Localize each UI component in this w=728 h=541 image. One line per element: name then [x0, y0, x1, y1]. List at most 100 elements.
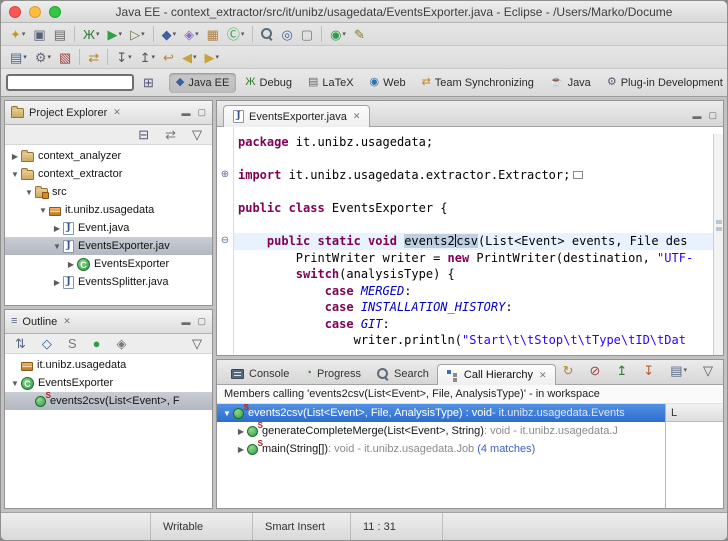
- maximize-panel-icon[interactable]: ▢: [197, 107, 206, 118]
- call-hierarchy-item-events2csv[interactable]: ▼Sevents2csv(List<Event>, File, Analysis…: [217, 404, 665, 422]
- print-icon[interactable]: ▤: [50, 24, 70, 44]
- perspective-debug[interactable]: ЖDebug: [238, 73, 299, 93]
- debug-icon[interactable]: Ж▾: [79, 24, 104, 44]
- coverage-icon[interactable]: ◉▾: [326, 24, 350, 44]
- new-servlet-icon[interactable]: ◈▾: [180, 24, 203, 44]
- close-window-button[interactable]: [9, 6, 21, 18]
- close-icon[interactable]: ✕: [113, 107, 121, 118]
- perspective-java-ee[interactable]: ◆Java EE: [169, 73, 236, 93]
- call-hierarchy-item-main[interactable]: ▶Smain(String[]) : void - it.unibz.usage…: [217, 440, 665, 458]
- view-menu-icon[interactable]: ▽: [699, 360, 717, 380]
- tree-item-it-unibz-usagedata[interactable]: it.unibz.usagedata: [5, 356, 212, 374]
- new-java-ee-project-icon[interactable]: ◆▾: [158, 24, 181, 44]
- minimize-panel-icon[interactable]: ▬: [181, 317, 190, 327]
- perspective-team-synchronizing[interactable]: ⇄Team Synchronizing: [415, 73, 541, 93]
- code-line[interactable]: [233, 184, 713, 201]
- hide-static-members-icon[interactable]: S: [64, 334, 81, 354]
- tree-item-event-java[interactable]: ▶JEvent.java: [5, 219, 212, 237]
- open-type-icon[interactable]: ◎: [277, 24, 296, 44]
- collapse-arrow-icon[interactable]: ▼: [221, 409, 233, 418]
- new-package-icon[interactable]: ▦: [203, 24, 223, 44]
- overview-ruler[interactable]: [713, 134, 723, 355]
- show-callee-hierarchy-icon[interactable]: ↧: [639, 360, 658, 380]
- maximize-panel-icon[interactable]: ▢: [708, 110, 717, 121]
- expand-arrow-icon[interactable]: ▶: [51, 224, 63, 233]
- editor-tab-eventsexporter-java[interactable]: J EventsExporter.java ✕: [223, 105, 370, 127]
- collapse-all-icon[interactable]: ⊟: [134, 125, 153, 145]
- minimize-window-button[interactable]: [29, 6, 41, 18]
- link-with-editor-icon[interactable]: ⇄: [161, 125, 180, 145]
- build-latex-icon[interactable]: ⚙▾: [31, 47, 55, 67]
- expand-arrow-icon[interactable]: ▶: [9, 152, 21, 161]
- view-menu-icon[interactable]: ▽: [188, 125, 206, 145]
- java-search-icon[interactable]: [257, 24, 277, 44]
- perspective-plug-in-development[interactable]: ⚙Plug-in Development: [600, 73, 728, 93]
- perspective-web[interactable]: ◉Web: [363, 73, 413, 93]
- view-pdf-icon[interactable]: ▧: [55, 47, 75, 67]
- forward-icon[interactable]: ▶▾: [200, 47, 223, 67]
- tree-item-context-extractor[interactable]: ▼context_extractor: [5, 165, 212, 183]
- tab-search[interactable]: Search: [369, 363, 437, 384]
- expand-arrow-icon[interactable]: ▶: [65, 260, 77, 269]
- expand-arrow-icon[interactable]: ▶: [51, 278, 63, 287]
- save-icon[interactable]: ▣: [29, 24, 49, 44]
- minimize-panel-icon[interactable]: ▬: [692, 111, 701, 121]
- tree-item-eventsexporter[interactable]: ▶CEventsExporter: [5, 255, 212, 273]
- show-caller-hierarchy-icon[interactable]: ↥: [612, 360, 631, 380]
- code-line[interactable]: switch(analysisType) {: [233, 266, 713, 283]
- tree-item-context-analyzer[interactable]: ▶context_analyzer: [5, 147, 212, 165]
- hide-local-types-icon[interactable]: ◈: [112, 334, 130, 354]
- zoom-window-button[interactable]: [49, 6, 61, 18]
- tab-progress[interactable]: ◔Progress: [297, 363, 369, 384]
- code-line[interactable]: public class EventsExporter {: [233, 200, 713, 217]
- code-line[interactable]: public static void events2csv(List<Event…: [233, 233, 713, 250]
- code-line[interactable]: package it.unibz.usagedata;: [233, 134, 713, 151]
- view-menu-icon[interactable]: ▽: [188, 334, 206, 354]
- open-resource-icon[interactable]: ▢: [297, 24, 317, 44]
- toolbar-search-input[interactable]: [6, 74, 134, 91]
- tree-item-eventsexporter-jav[interactable]: ▼JEventsExporter.jav: [5, 237, 212, 255]
- occurrence-marker[interactable]: [716, 227, 722, 231]
- code-line[interactable]: writer.println("Start\t\tStop\t\tType\tI…: [233, 332, 713, 349]
- code-line[interactable]: case GIT:: [233, 316, 713, 333]
- perspective-latex[interactable]: ▤LaTeX: [301, 73, 361, 93]
- minimize-panel-icon[interactable]: ▬: [181, 108, 190, 118]
- code-line[interactable]: [233, 217, 713, 234]
- expand-arrow-icon[interactable]: ▶: [235, 445, 247, 454]
- folded-region-indicator[interactable]: [573, 171, 583, 179]
- fold-collapse-icon[interactable]: ⊖: [217, 233, 233, 250]
- code-line[interactable]: case MERGED:: [233, 283, 713, 300]
- tree-item-eventssplitter-java[interactable]: ▶JEventsSplitter.java: [5, 273, 212, 291]
- sort-icon[interactable]: ⇅: [11, 334, 30, 354]
- tab-console[interactable]: Console: [223, 363, 297, 384]
- code-editor[interactable]: ⊕ ⊖ package it.unibz.usagedata; import it.…: [217, 127, 723, 355]
- tree-item-events2csv-list-event-f[interactable]: Sevents2csv(List<Event>, F: [5, 392, 212, 410]
- new-wizard-icon[interactable]: ✦▾: [6, 24, 29, 44]
- close-icon[interactable]: ✕: [353, 111, 361, 122]
- close-icon[interactable]: ✕: [539, 370, 547, 381]
- history-list-icon[interactable]: ▤▾: [666, 360, 691, 380]
- titlebar[interactable]: Java EE - context_extractor/src/it/unibz…: [1, 1, 727, 23]
- new-class-icon[interactable]: Ⓒ▾: [223, 24, 249, 44]
- tree-item-src[interactable]: ▼src: [5, 183, 212, 201]
- hide-fields-icon[interactable]: ◇: [38, 334, 56, 354]
- collapse-arrow-icon[interactable]: ▼: [51, 242, 63, 251]
- run-icon[interactable]: ▶▾: [104, 24, 127, 44]
- tab-call-hierarchy[interactable]: Call Hierarchy✕: [437, 364, 556, 385]
- new-snippet-icon[interactable]: ✎: [350, 24, 369, 44]
- close-icon[interactable]: ✕: [63, 316, 71, 327]
- code-line[interactable]: import it.unibz.usagedata.extractor.Extr…: [233, 167, 713, 184]
- refresh-view-icon[interactable]: ↻: [559, 360, 578, 380]
- fold-expand-icon[interactable]: ⊕: [217, 167, 233, 184]
- cancel-operation-icon[interactable]: ⊘: [585, 360, 604, 380]
- new-latex-document-icon[interactable]: ▤▾: [6, 47, 31, 67]
- next-annotation-icon[interactable]: ↧▾: [112, 47, 135, 67]
- open-perspective-button[interactable]: ⊞: [140, 76, 157, 89]
- code-line[interactable]: PrintWriter writer = new PrintWriter(des…: [233, 250, 713, 267]
- call-hierarchy-item-generatecompletemerge[interactable]: ▶SgenerateCompleteMerge(List<Event>, Str…: [217, 422, 665, 440]
- code-line[interactable]: [233, 151, 713, 168]
- collapse-arrow-icon[interactable]: ▼: [9, 170, 21, 179]
- collapse-arrow-icon[interactable]: ▼: [23, 188, 35, 197]
- last-edit-location-icon[interactable]: ↩: [159, 47, 178, 67]
- synchronize-icon[interactable]: ⇄: [84, 47, 103, 67]
